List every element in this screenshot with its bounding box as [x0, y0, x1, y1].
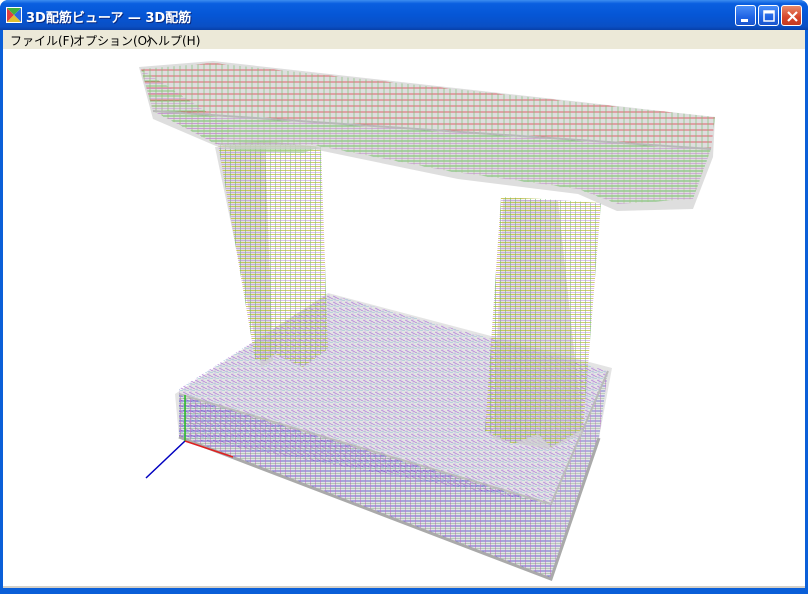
- window-title: 3D配筋ビューア — 3D配筋: [26, 11, 192, 26]
- rebar-model: [139, 61, 715, 581]
- window-frame-bottom: [0, 588, 808, 594]
- 3d-viewport[interactable]: [3, 49, 805, 588]
- column-left: [215, 141, 328, 367]
- app-logo-icon[interactable]: [6, 7, 22, 23]
- minimize-icon: [741, 19, 748, 22]
- app-window: 3D配筋ビューア — 3D配筋 ファイル(F) オプション(O) ヘルプ(H): [0, 0, 808, 594]
- minimize-button[interactable]: [735, 5, 756, 26]
- title-bar[interactable]: 3D配筋ビューア — 3D配筋: [0, 0, 808, 30]
- column-right: [485, 197, 601, 449]
- menu-bar: ファイル(F) オプション(O) ヘルプ(H): [3, 30, 805, 49]
- menu-file[interactable]: ファイル(F): [10, 32, 74, 49]
- close-button[interactable]: [781, 5, 802, 26]
- menu-options[interactable]: オプション(O): [73, 32, 152, 49]
- maximize-button[interactable]: [758, 5, 779, 26]
- menu-help[interactable]: ヘルプ(H): [146, 32, 200, 49]
- close-icon: [787, 11, 798, 22]
- maximize-icon: [763, 10, 775, 22]
